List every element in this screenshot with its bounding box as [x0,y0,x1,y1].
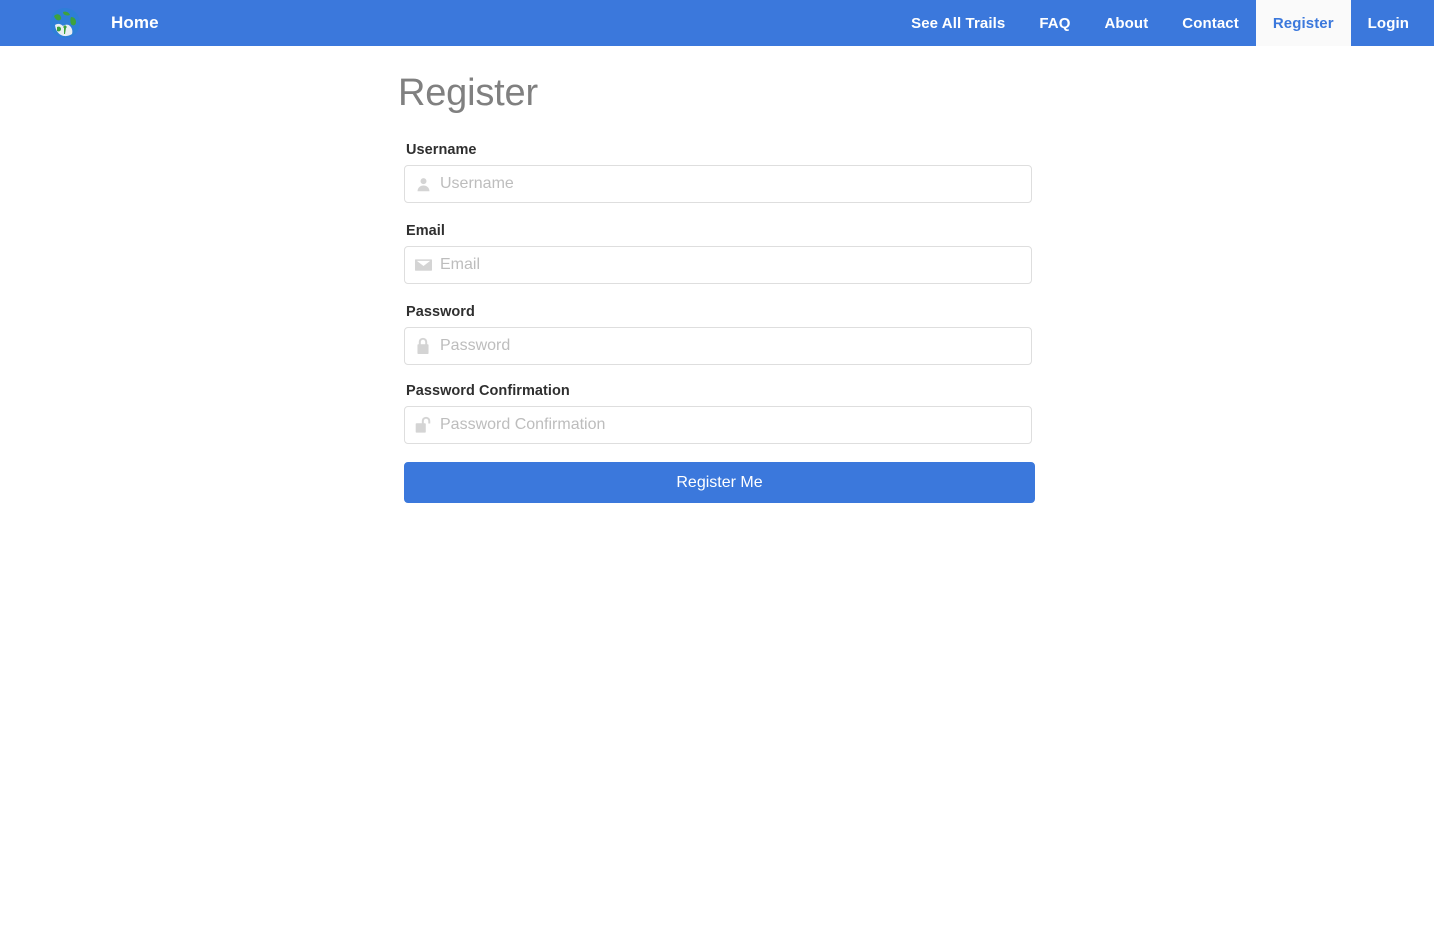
brand-logo-link[interactable] [48,6,82,40]
register-form: Username Email [398,142,1035,503]
lock-closed-icon [414,337,432,355]
password-confirmation-input-wrap[interactable] [404,406,1032,444]
label-password: Password [406,304,475,320]
field-password-confirmation: Password Confirmation [398,383,1032,444]
email-input[interactable] [440,247,1031,283]
register-me-button[interactable]: Register Me [404,462,1035,503]
page-body: Register Username Email [0,46,1434,503]
field-password: Password [398,304,1032,365]
password-input-wrap[interactable] [404,327,1032,365]
navbar-left-group: Home [0,0,159,46]
nav-item-register[interactable]: Register [1255,0,1351,46]
register-container: Register Username Email [0,46,1035,503]
envelope-icon [414,256,432,274]
nav-item-about[interactable]: About [1087,0,1165,46]
field-email: Email [398,223,1032,284]
nav-item-see-all-trails[interactable]: See All Trails [894,0,1022,46]
label-username: Username [406,142,477,158]
nav-item-login[interactable]: Login [1351,0,1434,46]
field-username: Username [398,142,1032,203]
user-icon [414,175,432,193]
top-navbar: Home See All Trails FAQ About Contact Re… [0,0,1434,46]
navbar-right-group: See All Trails FAQ About Contact Registe… [894,0,1434,46]
label-password-confirmation: Password Confirmation [406,383,570,399]
submit-row: Register Me [398,462,1035,503]
username-input[interactable] [440,166,1031,202]
nav-item-contact[interactable]: Contact [1165,0,1256,46]
username-input-wrap[interactable] [404,165,1032,203]
page-title: Register [398,72,538,114]
globe-earth-icon [49,7,81,39]
nav-item-faq[interactable]: FAQ [1022,0,1087,46]
label-email: Email [406,223,445,239]
password-input[interactable] [440,328,1031,364]
email-input-wrap[interactable] [404,246,1032,284]
nav-item-home[interactable]: Home [111,0,159,46]
password-confirmation-input[interactable] [440,407,1031,443]
lock-open-icon [414,416,432,434]
